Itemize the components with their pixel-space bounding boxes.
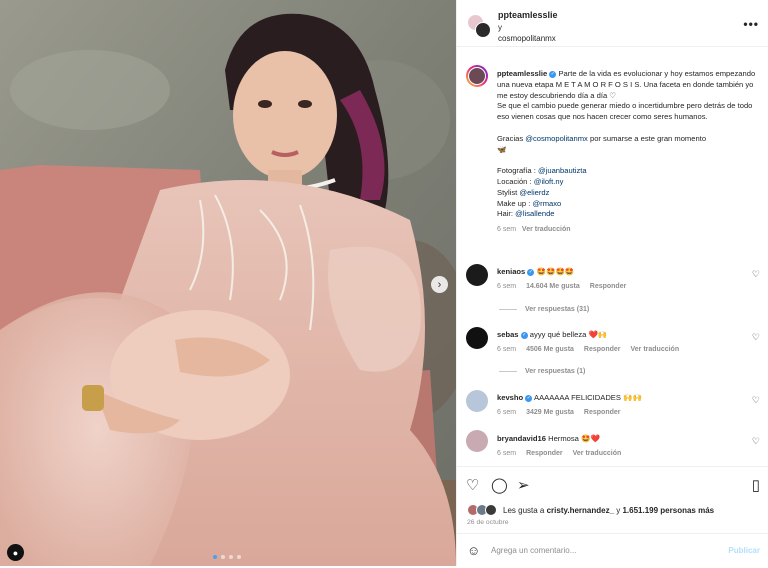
mention-link[interactable]: @juanbautizta bbox=[538, 166, 587, 175]
translate-link[interactable]: Ver traducción bbox=[573, 450, 622, 457]
heart-icon[interactable]: ♡ bbox=[466, 476, 479, 494]
comment-avatar[interactable] bbox=[466, 264, 488, 286]
mention-link[interactable]: @cosmopolitanmx bbox=[525, 134, 588, 143]
comment-likes[interactable]: 4506 Me gusta bbox=[526, 346, 574, 353]
comment-box: ☺ Agrega un comentario... Publicar bbox=[457, 533, 768, 568]
comment-text: bryandavid16 Hermosa 🤩❤️ bbox=[497, 434, 759, 444]
caption-text: por sumarse a este gran momento bbox=[587, 133, 707, 143]
butterfly-emoji: 🦋 bbox=[497, 144, 507, 154]
likes-summary[interactable]: Les gusta a cristy.hernandez_ y 1.651.19… bbox=[467, 504, 714, 516]
comment-username[interactable]: kevsho bbox=[497, 393, 523, 402]
comment-heart-icon[interactable]: ♡ bbox=[752, 332, 760, 343]
header-connector: y bbox=[498, 23, 502, 32]
comment-heart-icon[interactable]: ♡ bbox=[752, 436, 760, 447]
credit-label: Hair: bbox=[497, 209, 516, 219]
comment-username[interactable]: bryandavid16 bbox=[497, 434, 546, 443]
person-tag-icon[interactable]: ● bbox=[7, 544, 24, 561]
comment-icon[interactable]: ◯ bbox=[491, 476, 508, 494]
reply-button[interactable]: Responder bbox=[590, 283, 627, 290]
bookmark-icon[interactable]: ▯ bbox=[752, 476, 760, 494]
comment-body: AAAAAAA FELICIDADES 🙌🙌 bbox=[534, 393, 642, 402]
reply-button[interactable]: Responder bbox=[584, 346, 621, 353]
view-replies[interactable]: Ver respuestas (31) bbox=[499, 306, 589, 313]
translate-link[interactable]: Ver traducción bbox=[522, 226, 571, 233]
caption-time: 6 sem bbox=[497, 226, 517, 234]
publish-button[interactable]: Publicar bbox=[728, 546, 760, 555]
view-replies[interactable]: Ver respuestas (1) bbox=[499, 368, 585, 375]
post-caption: ppteamlesslie ✓ Parte de la vida es evol… bbox=[497, 69, 759, 236]
mention-link[interactable]: @elierdz bbox=[519, 188, 549, 197]
comment-text: keniaos ✓ 🤩🤩🤩🤩 bbox=[497, 267, 759, 277]
comment-time: 6 sem bbox=[497, 450, 517, 457]
reply-button[interactable]: Responder bbox=[584, 409, 621, 416]
verified-badge-icon: ✓ bbox=[527, 268, 535, 276]
credit-label: Stylist bbox=[497, 187, 520, 197]
comment-heart-icon[interactable]: ♡ bbox=[752, 395, 760, 406]
translate-link[interactable]: Ver traducción bbox=[630, 346, 679, 353]
post-actions: ♡ ◯ ➢ ▯ Les gusta a cristy.hernandez_ y … bbox=[457, 466, 768, 567]
post-photo[interactable]: › ● bbox=[0, 0, 456, 566]
comment-likes[interactable]: 3429 Me gusta bbox=[526, 409, 574, 416]
comment-username[interactable]: sebas bbox=[497, 330, 519, 339]
carousel-dot bbox=[213, 555, 217, 559]
comment-avatar[interactable] bbox=[466, 390, 488, 412]
comment-avatar[interactable] bbox=[466, 327, 488, 349]
mention-link[interactable]: @lisallende bbox=[515, 209, 554, 218]
photo-illustration bbox=[0, 0, 456, 566]
liker-avatar bbox=[485, 504, 497, 516]
caption-avatar[interactable] bbox=[466, 65, 488, 87]
send-icon[interactable]: ➢ bbox=[517, 476, 530, 494]
next-slide-button[interactable]: › bbox=[431, 276, 448, 293]
header-username-1[interactable]: ppteamlesslie bbox=[498, 10, 558, 20]
comment-meta: 6 sem Responder Ver traducción bbox=[497, 450, 631, 457]
comment-text: sebas ✓ ayyy qué belleza ❤️🙌 bbox=[497, 330, 759, 340]
verified-badge-icon: ✓ bbox=[520, 331, 528, 339]
header-username-2[interactable]: cosmopolitanmx bbox=[498, 34, 556, 43]
comment-username[interactable]: keniaos bbox=[497, 267, 525, 276]
comment-body: ayyy qué belleza ❤️🙌 bbox=[529, 330, 608, 339]
comment-body: 🤩🤩🤩🤩 bbox=[536, 267, 575, 276]
mention-link[interactable]: @iloft.ny bbox=[534, 177, 564, 186]
carousel-dot bbox=[221, 555, 225, 559]
liker-username[interactable]: cristy.hernandez_ bbox=[547, 506, 614, 515]
comment-avatar[interactable] bbox=[466, 430, 488, 452]
caption-username[interactable]: ppteamlesslie bbox=[497, 69, 547, 78]
comment-time: 6 sem bbox=[497, 283, 517, 290]
post-date: 26 de octubre bbox=[467, 519, 509, 526]
instagram-post-modal: › ● ppteamlesslie y cosmopolitanmx ••• p… bbox=[0, 0, 768, 566]
verified-badge-icon: ✓ bbox=[525, 394, 533, 402]
caption-text: M E T A M O R F O S I S bbox=[555, 79, 640, 89]
carousel-dot bbox=[229, 555, 233, 559]
carousel-dot bbox=[237, 555, 241, 559]
comment-text: kevsho ✓ AAAAAAA FELICIDADES 🙌🙌 bbox=[497, 393, 759, 403]
comment-body: Hermosa 🤩❤️ bbox=[548, 434, 600, 443]
comment-input[interactable]: Agrega un comentario... bbox=[491, 546, 576, 555]
caption-text: Gracias bbox=[497, 133, 526, 143]
emoji-smile-icon[interactable]: ☺ bbox=[467, 543, 480, 558]
likes-text: Les gusta a cristy.hernandez_ y 1.651.19… bbox=[503, 505, 715, 515]
comment-meta: 6 sem 3429 Me gusta Responder bbox=[497, 409, 630, 416]
comment-meta: 6 sem 14.604 Me gusta Responder bbox=[497, 283, 636, 290]
more-horizontal-icon[interactable]: ••• bbox=[743, 17, 759, 31]
reply-button[interactable]: Responder bbox=[526, 450, 563, 457]
post-side-panel: ppteamlesslie y cosmopolitanmx ••• pptea… bbox=[456, 0, 768, 566]
comment-heart-icon[interactable]: ♡ bbox=[752, 269, 760, 280]
comment-meta: 6 sem 4506 Me gusta Responder Ver traducció… bbox=[497, 346, 689, 353]
caption-text: Se que el cambio puede generar miedo o i… bbox=[497, 101, 753, 122]
caption-meta: 6 sem Ver traducción bbox=[497, 225, 759, 236]
likes-count[interactable]: 1.651.199 personas más bbox=[622, 506, 714, 515]
post-header: ppteamlesslie y cosmopolitanmx ••• bbox=[457, 0, 768, 47]
comment-time: 6 sem bbox=[497, 409, 517, 416]
comment-likes[interactable]: 14.604 Me gusta bbox=[526, 283, 580, 290]
collab-avatars[interactable] bbox=[467, 14, 491, 38]
carousel-indicator bbox=[213, 555, 241, 559]
credit-label: Make up : bbox=[497, 198, 533, 208]
credit-label: Locación : bbox=[497, 176, 534, 186]
comment-time: 6 sem bbox=[497, 346, 517, 353]
credit-label: Fotografía : bbox=[497, 166, 538, 176]
mention-link[interactable]: @rmaxo bbox=[532, 199, 561, 208]
